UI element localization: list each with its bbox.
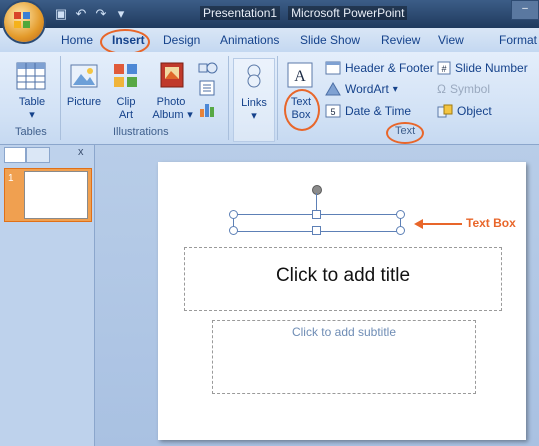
group-separator xyxy=(228,56,229,140)
svg-text:5: 5 xyxy=(330,107,335,117)
save-icon[interactable]: ▣ xyxy=(54,7,68,21)
wordart-icon xyxy=(325,82,341,96)
table-dropdown-arrow: ▾ xyxy=(29,109,35,121)
smartart-icon[interactable] xyxy=(198,80,216,96)
symbol-button[interactable]: Ω Symbol xyxy=(437,81,490,97)
group-separator xyxy=(60,56,61,140)
redo-icon[interactable]: ↷ xyxy=(94,7,108,21)
photo-album-label-line2: Album xyxy=(152,109,184,121)
shapes-icon[interactable] xyxy=(198,60,220,76)
clip-art-button[interactable]: Clip Art xyxy=(108,60,144,124)
outline-tab[interactable] xyxy=(26,147,50,163)
photo-album-label-line1: Photo xyxy=(156,96,186,108)
quick-access-toolbar: ▣ ↶ ↷ ▾ xyxy=(54,5,128,23)
header-footer-icon xyxy=(325,61,341,75)
tab-design[interactable]: Design xyxy=(163,33,200,47)
photo-album-button[interactable]: Photo Album ▾ xyxy=(148,60,194,124)
slide-number-button[interactable]: # Slide Number xyxy=(437,60,528,76)
tab-format[interactable]: Format xyxy=(499,33,537,47)
tab-home[interactable]: Home xyxy=(61,33,93,47)
links-label: Links xyxy=(241,97,267,109)
symbol-label: Symbol xyxy=(449,82,490,96)
group-separator xyxy=(277,56,278,140)
customize-icon[interactable]: ▾ xyxy=(114,7,128,21)
wordart-dropdown-arrow: ▾ xyxy=(392,83,398,95)
resize-handle-top-left[interactable] xyxy=(229,210,238,219)
picture-icon xyxy=(70,64,98,88)
window-controls: – xyxy=(511,0,539,20)
object-label: Object xyxy=(457,104,492,118)
slide-number-icon: # xyxy=(437,61,451,75)
group-label-tables: Tables xyxy=(15,126,47,138)
resize-handle-bottom[interactable] xyxy=(312,226,321,235)
resize-handle-bottom-left[interactable] xyxy=(229,226,238,235)
undo-icon[interactable]: ↶ xyxy=(74,7,88,21)
picture-label: Picture xyxy=(66,96,102,108)
tab-review[interactable]: Review xyxy=(381,33,420,47)
group-label-illustrations: Illustrations xyxy=(113,126,169,138)
window-title: Presentation1 Microsoft PowerPoint xyxy=(200,6,415,20)
table-button[interactable]: Table ▾ xyxy=(10,60,54,132)
rotation-handle[interactable] xyxy=(312,185,322,195)
tab-slide-show[interactable]: Slide Show xyxy=(300,33,360,47)
slide-thumbnail[interactable] xyxy=(24,171,88,219)
annotation-arrow-icon xyxy=(414,219,462,229)
table-icon xyxy=(16,62,46,90)
chart-icon[interactable] xyxy=(198,100,216,118)
pane-close-button[interactable]: x xyxy=(78,146,84,158)
office-logo-icon xyxy=(14,12,30,28)
clip-art-label-line1: Clip xyxy=(116,96,136,108)
resize-handle-top-right[interactable] xyxy=(396,210,405,219)
tab-view[interactable]: View xyxy=(438,33,464,47)
application-name: Microsoft PowerPoint xyxy=(288,6,408,20)
clip-art-label-line2: Art xyxy=(118,109,134,121)
wordart-button[interactable]: WordArt ▾ xyxy=(325,81,398,97)
minimize-icon[interactable]: – xyxy=(511,0,539,20)
photo-album-icon xyxy=(160,62,184,88)
tab-animations[interactable]: Animations xyxy=(220,33,279,47)
slide-number-label: Slide Number xyxy=(455,61,528,75)
text-box-icon: A xyxy=(287,62,313,88)
picture-button[interactable]: Picture xyxy=(64,60,104,120)
hyperlink-icon xyxy=(247,64,261,88)
object-button[interactable]: Object xyxy=(437,103,492,119)
text-box-highlight xyxy=(284,89,320,131)
photo-album-dropdown-arrow: ▾ xyxy=(187,109,193,121)
resize-handle-bottom-right[interactable] xyxy=(396,226,405,235)
clip-art-icon xyxy=(114,64,137,87)
object-icon xyxy=(437,104,453,118)
header-footer-label: Header & Footer xyxy=(345,61,434,75)
wordart-label: WordArt xyxy=(345,82,389,96)
omega-icon: Ω xyxy=(437,82,446,96)
date-time-label: Date & Time xyxy=(345,104,412,118)
header-footer-button[interactable]: Header & Footer xyxy=(325,60,434,76)
title-placeholder-text: Click to add title xyxy=(275,265,411,286)
date-time-button[interactable]: 5 Date & Time xyxy=(325,103,411,119)
slides-tab[interactable] xyxy=(4,147,26,163)
links-button[interactable]: Links ▾ xyxy=(233,58,275,142)
annotation-label: Text Box xyxy=(466,216,516,230)
slide-number: 1 xyxy=(8,173,14,184)
resize-handle-top[interactable] xyxy=(312,210,321,219)
svg-text:#: # xyxy=(441,64,446,74)
table-label: Table xyxy=(18,96,46,108)
subtitle-placeholder-text: Click to add subtitle xyxy=(291,325,397,339)
text-group-highlight xyxy=(386,122,424,144)
svg-text:A: A xyxy=(294,68,306,85)
document-name: Presentation1 xyxy=(200,6,281,20)
links-dropdown-arrow: ▾ xyxy=(251,110,257,122)
calendar-icon: 5 xyxy=(325,104,341,118)
